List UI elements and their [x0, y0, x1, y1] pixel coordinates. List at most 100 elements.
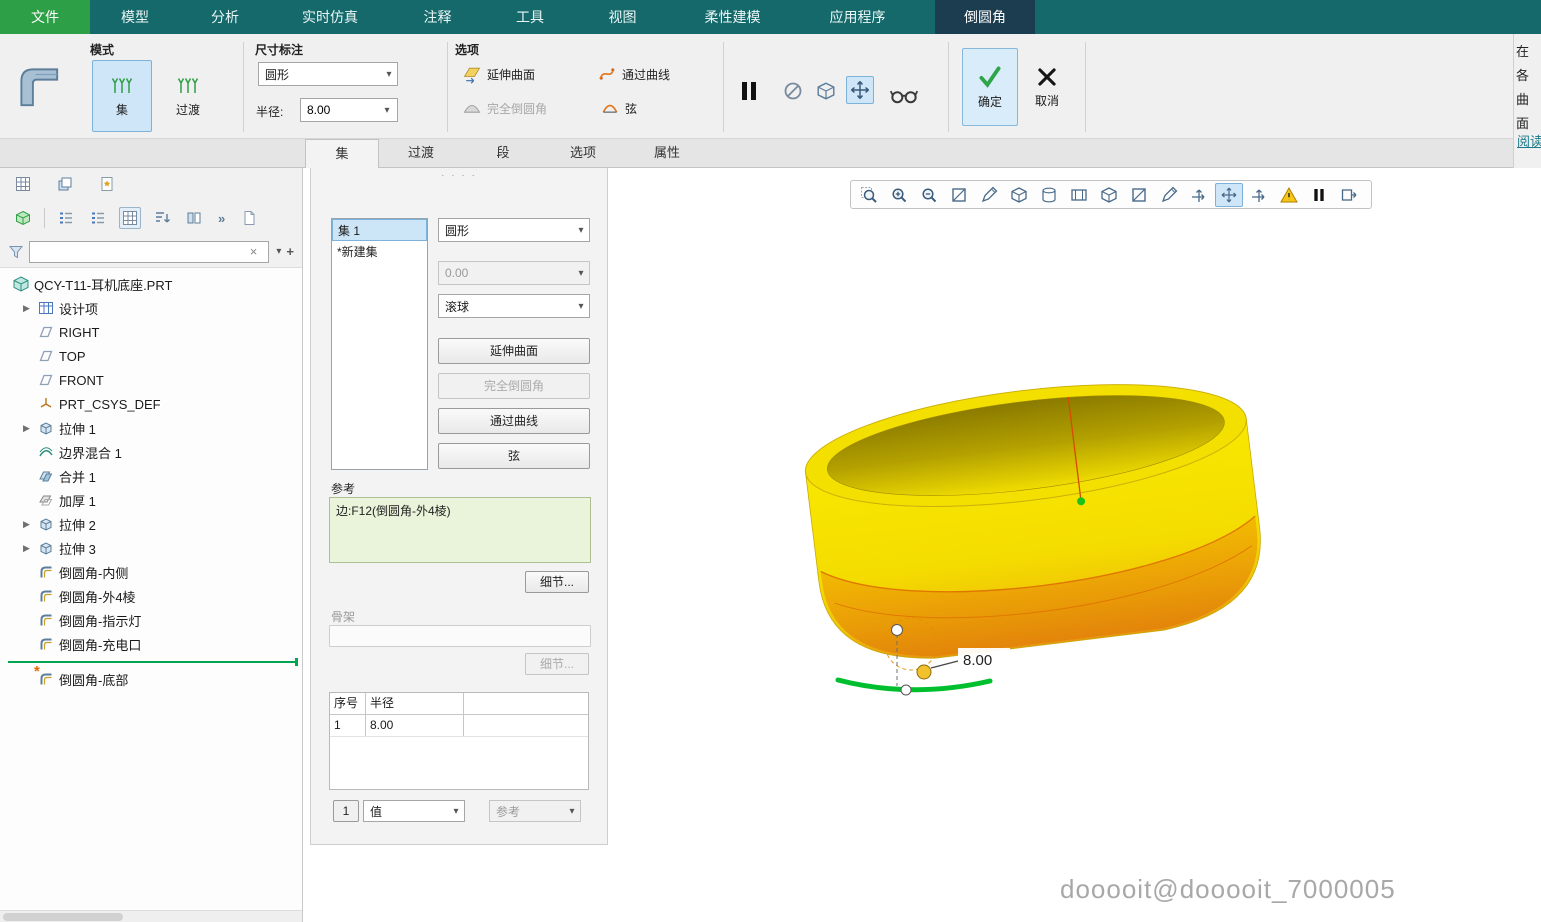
- expand-arrow-icon[interactable]: ▶: [20, 303, 33, 314]
- selected-edge-highlight[interactable]: [838, 680, 990, 690]
- tree-item-top-plane[interactable]: TOP: [0, 344, 302, 368]
- tab-sets[interactable]: 集: [305, 139, 379, 168]
- sort-icon[interactable]: [151, 207, 173, 229]
- mode-transition-button[interactable]: 过渡: [158, 60, 218, 132]
- detach-page-icon[interactable]: [238, 207, 260, 229]
- insertion-indicator-line[interactable]: [8, 661, 296, 663]
- list-view-icon[interactable]: [55, 207, 77, 229]
- folder-browser-icon[interactable]: [54, 173, 76, 195]
- chevron-down-icon[interactable]: ▾: [379, 105, 395, 116]
- tree-item-round-charge-port[interactable]: 倒圆角-充电口: [0, 632, 302, 656]
- tree-horizontal-scrollbar[interactable]: [0, 910, 302, 922]
- through-curve-option[interactable]: 通过曲线: [597, 64, 670, 84]
- cancel-button[interactable]: 取消: [1022, 48, 1072, 126]
- tree-item-merge[interactable]: 合并 1: [0, 464, 302, 488]
- tree-item-front-plane[interactable]: FRONT: [0, 368, 302, 392]
- extend-surface-option[interactable]: 延伸曲面: [462, 64, 535, 84]
- ok-button[interactable]: 确定: [962, 48, 1018, 126]
- reference-edge-entry[interactable]: 边:F12(倒圆角-外4棱): [336, 504, 451, 518]
- clear-search-icon[interactable]: ×: [250, 244, 258, 259]
- help-text-line1: 在各: [1516, 40, 1539, 88]
- extend-surface-button[interactable]: 延伸曲面: [438, 338, 590, 364]
- tree-root-part[interactable]: QCY-T11-耳机底座.PRT: [0, 272, 302, 296]
- panel-shape-select[interactable]: 圆形 ▾: [438, 218, 590, 242]
- reference-collector[interactable]: 边:F12(倒圆角-外4棱): [329, 497, 591, 563]
- unattached-preview-icon[interactable]: [813, 78, 839, 104]
- set-item-selected[interactable]: 集 1: [332, 219, 427, 241]
- menu-tab-flex-modeling[interactable]: 柔性建模: [670, 0, 795, 34]
- panel-ball-value: 滚球: [445, 298, 469, 315]
- tree-item-extrude-1[interactable]: ▶ 拉伸 1: [0, 416, 302, 440]
- tree-item-thicken[interactable]: 加厚 1: [0, 488, 302, 512]
- tree-item-round-indicator[interactable]: 倒圆角-指示灯: [0, 608, 302, 632]
- tree-item-extrude-2[interactable]: ▶ 拉伸 2: [0, 512, 302, 536]
- overflow-chevrons-icon[interactable]: »: [215, 208, 228, 229]
- menu-tab-applications[interactable]: 应用程序: [795, 0, 920, 34]
- menu-tab-file[interactable]: 文件: [0, 0, 90, 34]
- add-filter-icon[interactable]: +: [286, 244, 294, 259]
- menu-tab-tools[interactable]: 工具: [485, 0, 575, 34]
- tree-item-round-outer4[interactable]: 倒圆角-外4棱: [0, 584, 302, 608]
- expand-arrow-icon[interactable]: ▶: [20, 423, 33, 434]
- tab-options[interactable]: 选项: [543, 139, 623, 168]
- mode-set-button[interactable]: 集: [92, 60, 152, 132]
- show-menu-icon[interactable]: [12, 207, 34, 229]
- columns-icon[interactable]: [183, 207, 205, 229]
- tree-item-round-inner[interactable]: 倒圆角-内侧: [0, 560, 302, 584]
- tree-item-round-bottom-editing[interactable]: * 倒圆角-底部: [0, 667, 302, 691]
- edge-anchor-handle[interactable]: [901, 685, 911, 695]
- tree-item-design-items[interactable]: ▶ 设计项: [0, 296, 302, 320]
- cell-index[interactable]: 1: [330, 715, 366, 736]
- cell-radius[interactable]: 8.00: [366, 715, 464, 736]
- read-more-link[interactable]: 阅读: [1517, 130, 1541, 154]
- menu-tab-annotate[interactable]: 注释: [390, 0, 485, 34]
- boundary-blend-icon: [38, 444, 54, 460]
- tree-item-csys[interactable]: PRT_CSYS_DEF: [0, 392, 302, 416]
- panel-drag-handle[interactable]: · · · ·: [311, 170, 607, 181]
- reference-details-button[interactable]: 细节...: [525, 571, 589, 593]
- tree-item-right-plane[interactable]: RIGHT: [0, 320, 302, 344]
- attached-preview-icon[interactable]: [846, 76, 874, 104]
- sets-listbox[interactable]: 集 1 *新建集: [331, 218, 428, 470]
- no-preview-icon[interactable]: [780, 78, 806, 104]
- menu-tab-live-sim[interactable]: 实时仿真: [270, 0, 390, 34]
- radius-input[interactable]: [301, 102, 379, 118]
- radius-combo[interactable]: ▾: [300, 98, 398, 122]
- filter-funnel-icon[interactable]: [8, 244, 24, 260]
- scrollbar-thumb[interactable]: [3, 913, 123, 921]
- cancel-label: 取消: [1035, 92, 1059, 109]
- radius-drag-handle[interactable]: [917, 665, 931, 679]
- expand-arrow-icon[interactable]: ▶: [20, 519, 33, 530]
- panel-ball-select[interactable]: 滚球 ▾: [438, 294, 590, 318]
- radius-dimension-text[interactable]: 8.00: [963, 652, 992, 669]
- radius-table-row[interactable]: 1 8.00: [330, 715, 588, 737]
- through-curve-button[interactable]: 通过曲线: [438, 408, 590, 434]
- grid-view-icon[interactable]: [119, 207, 141, 229]
- menu-tab-model[interactable]: 模型: [90, 0, 180, 34]
- search-dropdown-icon[interactable]: ▾: [276, 246, 281, 257]
- tree-item-extrude-3[interactable]: ▶ 拉伸 3: [0, 536, 302, 560]
- tree-item-boundary-blend[interactable]: 边界混合 1: [0, 440, 302, 464]
- favorites-icon[interactable]: [96, 173, 118, 195]
- radius-anchor-handle[interactable]: [892, 625, 903, 636]
- menu-tab-view[interactable]: 视图: [575, 0, 670, 34]
- detail-list-icon[interactable]: [87, 207, 109, 229]
- preview-glasses-icon[interactable]: [884, 82, 924, 108]
- menu-tab-analysis[interactable]: 分析: [180, 0, 270, 34]
- earbud-base-solid[interactable]: [799, 364, 1272, 680]
- search-input[interactable]: [29, 241, 269, 263]
- menu-tab-round-active[interactable]: 倒圆角: [935, 0, 1035, 34]
- expand-arrow-icon[interactable]: ▶: [20, 543, 33, 554]
- cell-extra[interactable]: [464, 715, 588, 736]
- chord-button[interactable]: 弦: [438, 443, 590, 469]
- model-tree-icon[interactable]: [12, 173, 34, 195]
- chord-option[interactable]: 弦: [600, 98, 637, 118]
- tab-properties[interactable]: 属性: [623, 139, 711, 168]
- round-shape-select[interactable]: 圆形 ▾: [258, 62, 398, 86]
- reference-type-value: 参考: [496, 803, 520, 820]
- tab-pieces[interactable]: 段: [463, 139, 543, 168]
- set-item-new[interactable]: *新建集: [332, 241, 427, 263]
- value-type-select[interactable]: 值 ▾: [363, 800, 465, 822]
- tab-transitions[interactable]: 过渡: [379, 139, 463, 168]
- pause-icon[interactable]: [734, 76, 764, 106]
